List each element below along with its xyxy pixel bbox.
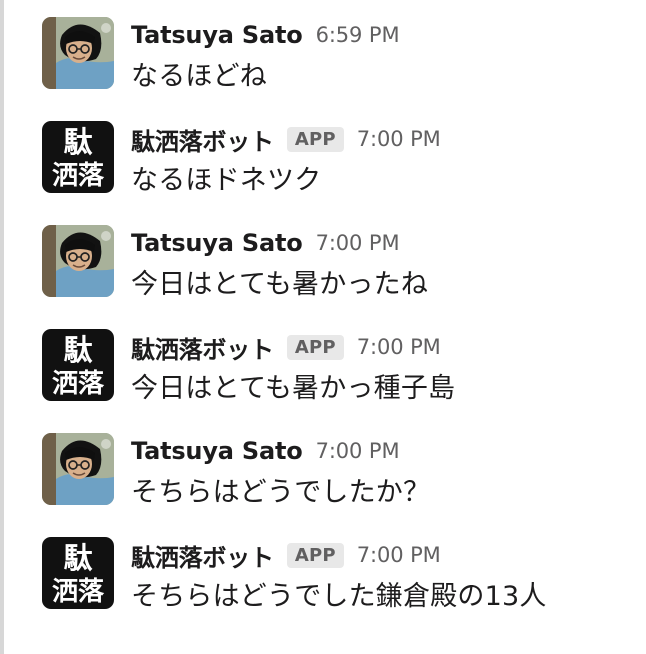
user-avatar[interactable] [42,433,114,505]
user-photo-avatar-icon [42,17,114,89]
message-text: そちらはどうでした鎌倉殿の13人 [131,581,547,612]
message-text: なるほドネツク [131,165,322,196]
user-avatar[interactable] [42,17,114,89]
bot-avatar-top-text: 駄 [63,125,92,159]
bot-avatar-bottom-text: 洒落 [52,161,105,191]
bot-avatar-bottom-text: 洒落 [52,577,105,607]
sender-name[interactable]: 駄洒落ボット [131,538,274,573]
bot-avatar-logo-icon: 駄 洒落 [42,121,114,193]
message-header: Tatsuya Sato 7:00 PM [131,226,400,260]
message-timestamp[interactable]: 6:59 PM [316,23,400,47]
sender-name[interactable]: Tatsuya Sato [131,437,303,465]
message-text: そちらはどうでしたか？ [131,477,431,508]
bot-avatar-bottom-text: 洒落 [52,369,105,399]
message-header: 駄洒落ボット APP 7:00 PM [131,122,441,156]
message-item[interactable]: 駄 洒落 駄洒落ボット APP 7:00 PM そちらはどうでした鎌倉殿の13人 [0,520,646,616]
message-text: なるほどね [131,61,267,92]
bot-avatar[interactable]: 駄 洒落 [42,537,114,609]
message-header: 駄洒落ボット APP 7:00 PM [131,538,441,572]
message-item[interactable]: Tatsuya Sato 7:00 PM そちらはどうでしたか？ [0,416,646,512]
bot-avatar-top-text: 駄 [63,333,92,367]
user-avatar[interactable] [42,225,114,297]
bot-avatar-logo-icon: 駄 洒落 [42,329,114,401]
message-timestamp[interactable]: 7:00 PM [357,335,441,359]
sender-name[interactable]: Tatsuya Sato [131,21,303,49]
message-header: 駄洒落ボット APP 7:00 PM [131,330,441,364]
app-badge: APP [286,542,344,568]
message-item[interactable]: Tatsuya Sato 6:59 PM なるほどね [0,0,646,96]
message-header: Tatsuya Sato 7:00 PM [131,434,400,468]
message-item[interactable]: Tatsuya Sato 7:00 PM 今日はとても暑かったね [0,208,646,304]
app-badge: APP [286,126,344,152]
user-photo-avatar-icon [42,225,114,297]
message-list: Tatsuya Sato 6:59 PM なるほどね 駄 洒落 駄洒落ボット A… [0,0,646,654]
bot-avatar[interactable]: 駄 洒落 [42,121,114,193]
sender-name[interactable]: 駄洒落ボット [131,330,274,365]
message-timestamp[interactable]: 7:00 PM [357,543,441,567]
sender-name[interactable]: 駄洒落ボット [131,122,274,157]
user-photo-avatar-icon [42,433,114,505]
bot-avatar[interactable]: 駄 洒落 [42,329,114,401]
bot-avatar-logo-icon: 駄 洒落 [42,537,114,609]
message-timestamp[interactable]: 7:00 PM [316,439,400,463]
message-item[interactable]: 駄 洒落 駄洒落ボット APP 7:00 PM なるほドネツク [0,104,646,200]
message-timestamp[interactable]: 7:00 PM [316,231,400,255]
bot-avatar-top-text: 駄 [63,541,92,575]
message-text: 今日はとても暑かっ種子島 [131,373,456,404]
message-text: 今日はとても暑かったね [131,269,429,300]
message-timestamp[interactable]: 7:00 PM [357,127,441,151]
app-badge: APP [286,334,344,360]
message-header: Tatsuya Sato 6:59 PM [131,18,400,52]
sender-name[interactable]: Tatsuya Sato [131,229,303,257]
message-item[interactable]: 駄 洒落 駄洒落ボット APP 7:00 PM 今日はとても暑かっ種子島 [0,312,646,408]
